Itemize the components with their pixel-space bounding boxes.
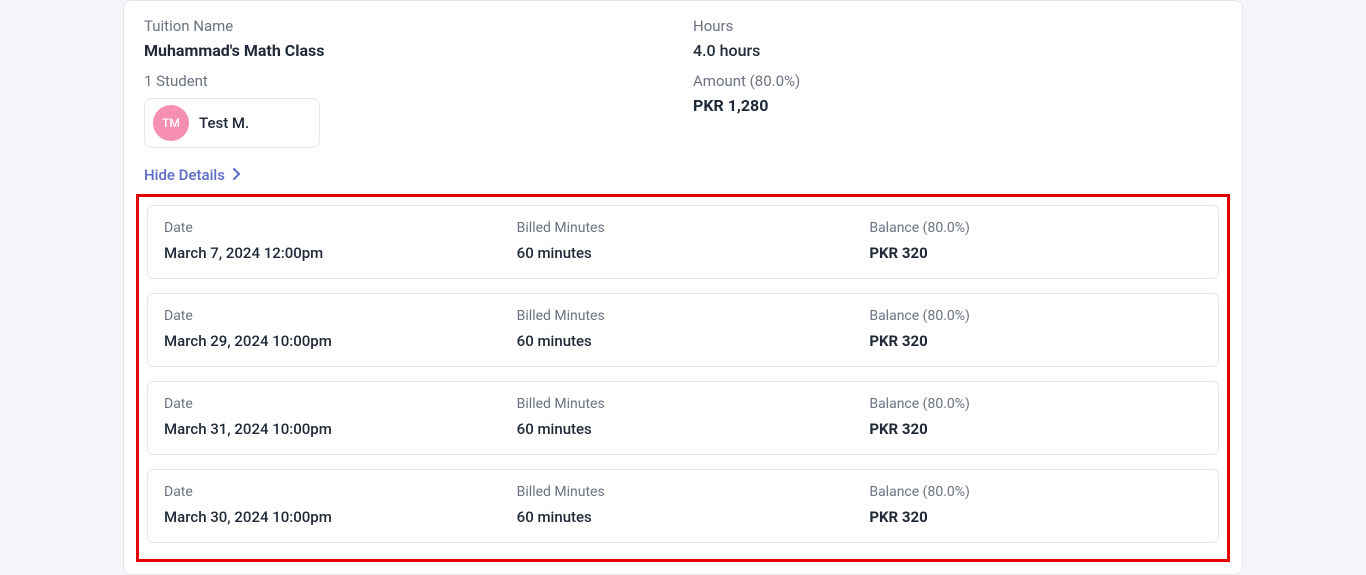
student-chip[interactable]: TM Test M. [144, 98, 320, 148]
detail-balance-col: Balance (80.0%) PKR 320 [869, 396, 1202, 438]
detail-balance-label: Balance (80.0%) [869, 220, 1202, 236]
detail-balance-value: PKR 320 [869, 420, 1202, 438]
header-row: Tuition Name Muhammad's Math Class 1 Stu… [136, 13, 1230, 148]
detail-date-label: Date [164, 484, 497, 500]
detail-date-value: March 31, 2024 10:00pm [164, 420, 497, 438]
detail-balance-value: PKR 320 [869, 332, 1202, 350]
hours-value: 4.0 hours [693, 41, 1222, 60]
tuition-name-label: Tuition Name [144, 17, 673, 35]
avatar-initials: TM [162, 116, 180, 130]
chevron-right-icon [233, 166, 241, 184]
detail-billed-value: 60 minutes [517, 332, 850, 350]
amount-label: Amount (80.0%) [693, 72, 1222, 90]
detail-date-value: March 7, 2024 12:00pm [164, 244, 497, 262]
hide-details-toggle[interactable]: Hide Details [136, 166, 241, 184]
tuition-name-col: Tuition Name Muhammad's Math Class 1 Stu… [144, 17, 673, 148]
detail-billed-label: Billed Minutes [517, 484, 850, 500]
toggle-label: Hide Details [144, 166, 225, 184]
detail-billed-value: 60 minutes [517, 244, 850, 262]
hours-amount-col: Hours 4.0 hours Amount (80.0%) PKR 1,280 [693, 17, 1222, 148]
hours-label: Hours [693, 17, 1222, 35]
detail-date-col: Date March 7, 2024 12:00pm [164, 220, 497, 262]
details-list: Date March 7, 2024 12:00pm Billed Minutes 6… [136, 194, 1230, 562]
detail-date-value: March 29, 2024 10:00pm [164, 332, 497, 350]
detail-balance-label: Balance (80.0%) [869, 308, 1202, 324]
detail-billed-value: 60 minutes [517, 420, 850, 438]
detail-billed-col: Billed Minutes 60 minutes [517, 396, 850, 438]
detail-balance-value: PKR 320 [869, 244, 1202, 262]
detail-balance-col: Balance (80.0%) PKR 320 [869, 484, 1202, 526]
detail-billed-value: 60 minutes [517, 508, 850, 526]
detail-billed-label: Billed Minutes [517, 220, 850, 236]
detail-date-col: Date March 31, 2024 10:00pm [164, 396, 497, 438]
detail-date-value: March 30, 2024 10:00pm [164, 508, 497, 526]
student-name: Test M. [199, 114, 249, 132]
detail-billed-label: Billed Minutes [517, 308, 850, 324]
detail-date-label: Date [164, 396, 497, 412]
detail-row: Date March 31, 2024 10:00pm Billed Minutes… [147, 381, 1219, 455]
tuition-card: Tuition Name Muhammad's Math Class 1 Stu… [123, 0, 1243, 575]
detail-balance-col: Balance (80.0%) PKR 320 [869, 220, 1202, 262]
detail-balance-value: PKR 320 [869, 508, 1202, 526]
detail-date-label: Date [164, 308, 497, 324]
detail-date-label: Date [164, 220, 497, 236]
detail-billed-col: Billed Minutes 60 minutes [517, 220, 850, 262]
student-count-label: 1 Student [144, 72, 673, 90]
detail-balance-label: Balance (80.0%) [869, 396, 1202, 412]
detail-balance-col: Balance (80.0%) PKR 320 [869, 308, 1202, 350]
amount-value: PKR 1,280 [693, 96, 1222, 115]
detail-row: Date March 30, 2024 10:00pm Billed Minutes… [147, 469, 1219, 543]
detail-billed-col: Billed Minutes 60 minutes [517, 484, 850, 526]
detail-row: Date March 29, 2024 10:00pm Billed Minutes… [147, 293, 1219, 367]
avatar: TM [153, 105, 189, 141]
detail-billed-col: Billed Minutes 60 minutes [517, 308, 850, 350]
detail-billed-label: Billed Minutes [517, 396, 850, 412]
tuition-name-value: Muhammad's Math Class [144, 41, 673, 60]
detail-date-col: Date March 30, 2024 10:00pm [164, 484, 497, 526]
detail-balance-label: Balance (80.0%) [869, 484, 1202, 500]
detail-date-col: Date March 29, 2024 10:00pm [164, 308, 497, 350]
detail-row: Date March 7, 2024 12:00pm Billed Minutes 6… [147, 205, 1219, 279]
